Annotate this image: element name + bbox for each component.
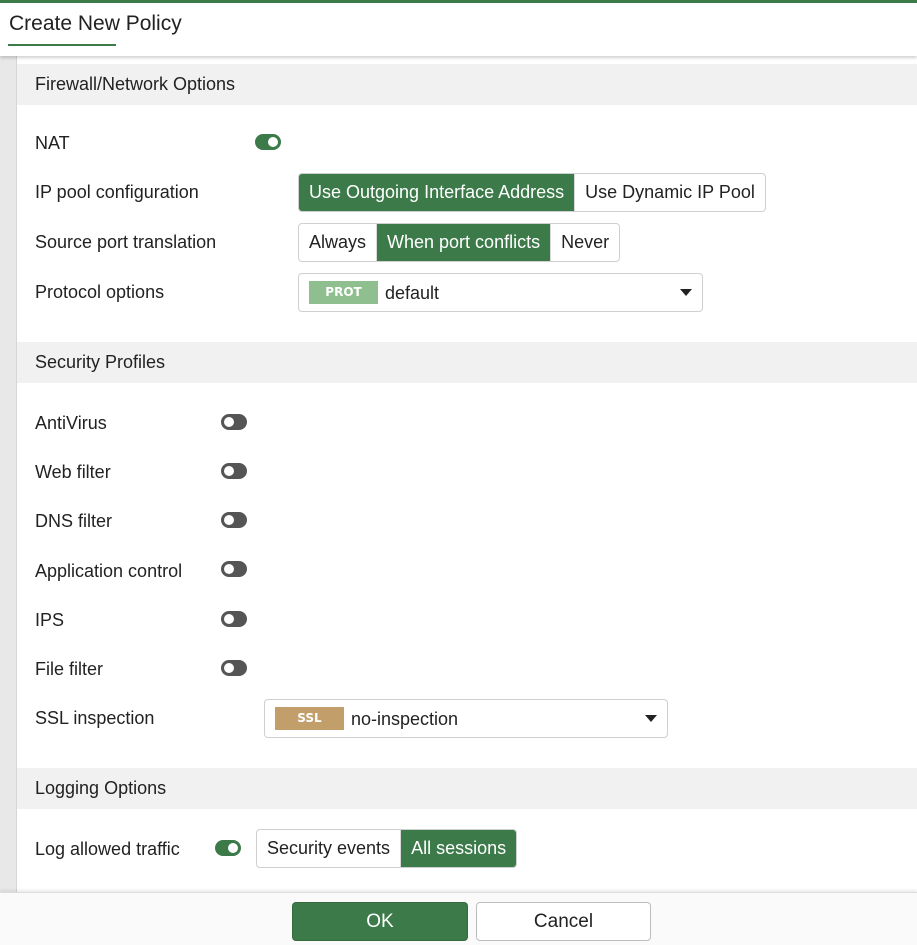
source-port-selector: Always When port conflicts Never — [298, 223, 621, 262]
ssl-inspection-dropdown[interactable]: SSL no-inspection — [264, 699, 668, 738]
ssl-inspection-label: SSL inspection — [35, 708, 155, 728]
policy-form: Firewall/Network Options NAT IP pool con… — [17, 56, 917, 892]
ip-pool-option-dynamic[interactable]: Use Dynamic IP Pool — [575, 174, 765, 211]
ip-pool-label: IP pool configuration — [35, 182, 199, 202]
section-header-firewall: Firewall/Network Options — [17, 64, 917, 105]
ip-pool-option-outgoing[interactable]: Use Outgoing Interface Address — [299, 174, 576, 211]
source-port-option-conflicts[interactable]: When port conflicts — [377, 224, 552, 261]
ips-toggle[interactable] — [221, 611, 247, 627]
sidebar-strip — [0, 56, 17, 892]
log-mode-selector: Security events All sessions — [256, 829, 518, 868]
dialog-footer: OK Cancel — [0, 892, 917, 945]
log-option-security-events[interactable]: Security events — [257, 830, 402, 867]
web-filter-toggle[interactable] — [221, 463, 247, 479]
application-control-toggle[interactable] — [221, 561, 247, 577]
nat-toggle[interactable] — [255, 134, 281, 150]
protocol-value: default — [385, 283, 440, 303]
web-filter-label: Web filter — [35, 462, 111, 482]
log-allowed-traffic-toggle[interactable] — [215, 840, 241, 856]
ok-button[interactable]: OK — [292, 902, 468, 941]
protocol-options-dropdown[interactable]: PROT default — [298, 273, 703, 312]
dns-filter-toggle[interactable] — [221, 512, 247, 528]
antivirus-toggle[interactable] — [221, 414, 247, 430]
source-port-option-always[interactable]: Always — [299, 224, 378, 261]
file-filter-toggle[interactable] — [221, 660, 247, 676]
ssl-value: no-inspection — [351, 709, 459, 729]
application-control-label: Application control — [35, 561, 183, 581]
protocol-options-label: Protocol options — [35, 282, 165, 302]
log-option-all-sessions[interactable]: All sessions — [401, 830, 517, 867]
section-header-logging: Logging Options — [17, 768, 917, 809]
source-port-option-never[interactable]: Never — [551, 224, 619, 261]
nat-label: NAT — [35, 133, 70, 153]
page-title: Create New Policy — [9, 12, 182, 35]
section-header-security: Security Profiles — [17, 342, 917, 383]
log-allowed-traffic-label: Log allowed traffic — [35, 839, 180, 859]
file-filter-label: File filter — [35, 659, 104, 679]
protocol-badge: PROT — [309, 281, 378, 304]
chevron-down-icon — [645, 715, 657, 722]
chevron-down-icon — [680, 289, 692, 296]
dialog-header: Create New Policy — [0, 0, 917, 56]
ssl-badge: SSL — [275, 707, 344, 730]
ips-label: IPS — [35, 610, 65, 630]
title-underline — [8, 44, 116, 46]
ip-pool-selector: Use Outgoing Interface Address Use Dynam… — [298, 173, 766, 212]
dns-filter-label: DNS filter — [35, 511, 113, 531]
cancel-button[interactable]: Cancel — [476, 902, 651, 941]
source-port-label: Source port translation — [35, 232, 217, 252]
antivirus-label: AntiVirus — [35, 413, 107, 433]
